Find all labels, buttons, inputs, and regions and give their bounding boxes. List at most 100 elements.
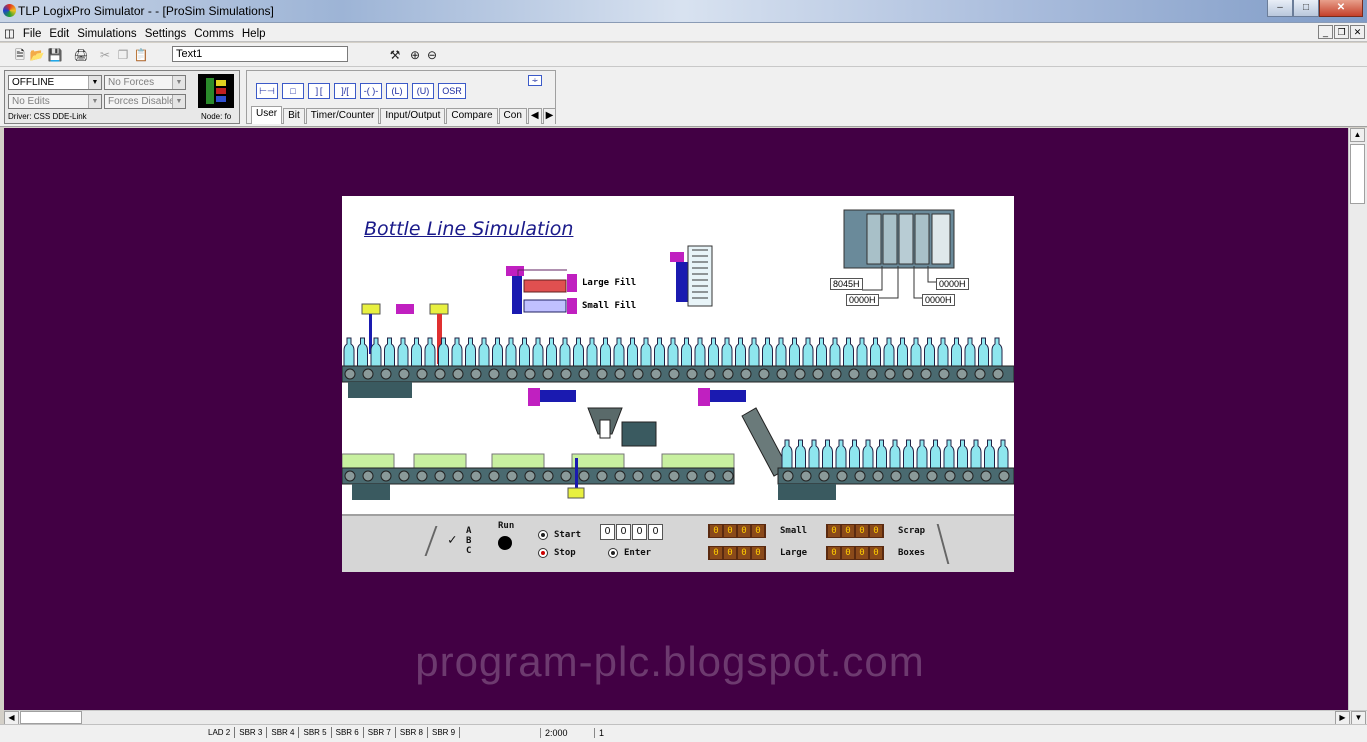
panel-divider-right: [936, 524, 952, 564]
tab-scroll-right-icon[interactable]: ▶: [542, 108, 557, 124]
branch-button[interactable]: □: [282, 83, 304, 99]
roller: [398, 470, 410, 482]
vertical-scroll-thumb[interactable]: [1350, 144, 1365, 204]
minimize-button[interactable]: –: [1267, 0, 1293, 17]
horizontal-scrollbar[interactable]: ◀ ▶ ▼: [4, 710, 1367, 725]
ote-button[interactable]: -( )-: [360, 83, 382, 99]
incline-chute: [741, 407, 789, 477]
small-counter-label: Small: [780, 526, 808, 536]
tab-sbr7[interactable]: SBR 7: [364, 727, 396, 738]
tab-input-output[interactable]: Input/Output: [380, 108, 446, 124]
selector-switch-icon[interactable]: ✓: [448, 532, 456, 548]
zoom-out-icon[interactable]: ⊖: [423, 47, 441, 64]
tab-sbr4[interactable]: SBR 4: [267, 727, 300, 738]
bottle: [586, 337, 598, 367]
otu-button[interactable]: (U): [412, 83, 434, 99]
scroll-right-icon[interactable]: ▶: [1335, 711, 1350, 725]
forces-select[interactable]: No Forces ▼: [104, 75, 186, 90]
mdi-minimize-button[interactable]: _: [1318, 25, 1333, 39]
tab-timer-counter[interactable]: Timer/Counter: [305, 108, 380, 124]
save-icon[interactable]: 💾: [46, 47, 64, 64]
bottle: [654, 337, 665, 367]
tab-bit[interactable]: Bit: [283, 108, 305, 124]
bottle: [519, 337, 530, 367]
tab-sbr9[interactable]: SBR 9: [428, 727, 461, 738]
counter-digit: 0: [856, 525, 868, 537]
thumbwheel-digit[interactable]: 0: [600, 524, 615, 540]
collapse-chevron-icon[interactable]: ∻: [528, 75, 542, 86]
bottle: [910, 337, 922, 367]
plc-value-1: 8045H: [830, 278, 863, 290]
stop-button[interactable]: [538, 548, 548, 558]
menu-settings[interactable]: Settings: [141, 25, 191, 40]
open-folder-icon[interactable]: 📂: [28, 47, 46, 64]
tab-scroll-left-icon[interactable]: ◀: [527, 108, 542, 124]
boxes: [342, 453, 735, 469]
roller: [998, 470, 1010, 482]
print-icon[interactable]: 🖨: [72, 47, 90, 64]
roller: [782, 470, 794, 482]
bottle: [667, 337, 679, 367]
mdi-close-button[interactable]: ✕: [1350, 25, 1365, 39]
tab-lad2[interactable]: LAD 2: [204, 727, 236, 738]
menu-edit[interactable]: Edit: [45, 25, 73, 40]
start-button[interactable]: [538, 530, 548, 540]
chevron-down-icon: ▼: [172, 95, 185, 108]
menu-help[interactable]: Help: [238, 25, 270, 40]
tab-user[interactable]: User: [251, 106, 283, 124]
menu-simulations[interactable]: Simulations: [73, 25, 140, 40]
bottle: [640, 337, 652, 367]
mdi-restore-button[interactable]: ❐: [1334, 25, 1349, 39]
roller: [836, 470, 848, 482]
horizontal-scroll-thumb[interactable]: [20, 711, 82, 724]
bottle: [451, 337, 463, 367]
roller: [866, 368, 878, 380]
paste-icon[interactable]: 📋: [132, 47, 150, 64]
zoom-in-icon[interactable]: ⊕: [406, 47, 424, 64]
tab-con[interactable]: Con: [498, 108, 527, 124]
tab-sbr6[interactable]: SBR 6: [332, 727, 364, 738]
copy-icon[interactable]: ❐: [114, 47, 132, 64]
edits-select[interactable]: No Edits ▼: [8, 94, 102, 109]
app-icon[interactable]: [3, 4, 16, 17]
thumbwheel-digit[interactable]: 0: [616, 524, 631, 540]
enter-button[interactable]: [608, 548, 618, 558]
roller: [722, 470, 734, 482]
thumbwheel[interactable]: 0 0 0 0: [600, 524, 663, 540]
bottle: [465, 337, 476, 367]
window-controls: – □ ✕: [1267, 0, 1363, 18]
cut-icon[interactable]: ✂: [96, 47, 114, 64]
osr-button[interactable]: OSR: [438, 83, 466, 99]
tab-sbr5[interactable]: SBR 5: [299, 727, 332, 738]
scroll-down-icon[interactable]: ▼: [1351, 711, 1366, 725]
new-file-icon[interactable]: 🗎: [11, 47, 29, 64]
roller: [686, 368, 698, 380]
otl-button[interactable]: (L): [386, 83, 408, 99]
close-button[interactable]: ✕: [1319, 0, 1363, 17]
scroll-up-icon[interactable]: ▲: [1350, 128, 1365, 142]
xio-button[interactable]: ]/[: [334, 83, 356, 99]
menu-comms[interactable]: Comms: [190, 25, 238, 40]
tab-sbr3[interactable]: SBR 3: [235, 727, 268, 738]
mode-select[interactable]: OFFLINE ▼: [8, 75, 102, 90]
bottle: [532, 337, 544, 367]
bottle: [876, 439, 887, 469]
maximize-button[interactable]: □: [1293, 0, 1319, 17]
roller: [854, 470, 866, 482]
vertical-scrollbar[interactable]: ▲: [1348, 128, 1367, 710]
tab-sbr8[interactable]: SBR 8: [396, 727, 428, 738]
thumbwheel-digit[interactable]: 0: [648, 524, 663, 540]
roller: [578, 368, 590, 380]
tab-compare[interactable]: Compare: [446, 108, 498, 124]
scroll-left-icon[interactable]: ◀: [4, 711, 19, 725]
text-field[interactable]: Text1: [172, 46, 348, 62]
menu-file[interactable]: File: [19, 25, 46, 40]
xic-button[interactable]: ] [: [308, 83, 330, 99]
tools-icon[interactable]: ⚒: [386, 47, 404, 64]
thumbwheel-digit[interactable]: 0: [632, 524, 647, 540]
mdi-system-icon[interactable]: ◫: [0, 23, 19, 40]
edits-select-value: No Edits: [12, 96, 50, 107]
forces-enabled-select[interactable]: Forces Disabled ▼: [104, 94, 186, 109]
xic-branch-button[interactable]: ⊢⊣: [256, 83, 278, 99]
bottle: [924, 337, 935, 367]
